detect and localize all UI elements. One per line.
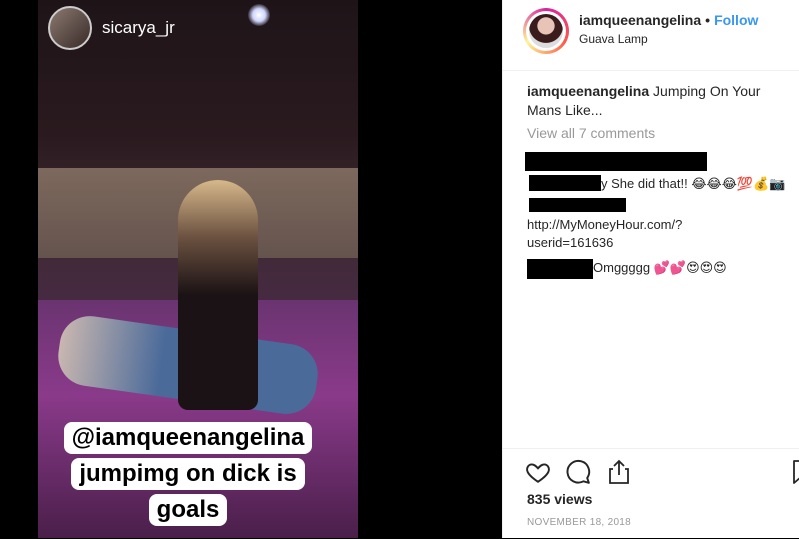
comment-icon[interactable] [565, 459, 591, 485]
follow-button[interactable]: Follow [714, 12, 758, 28]
view-all-comments-link[interactable]: View all 7 comments [527, 125, 655, 141]
avatar[interactable] [48, 6, 92, 50]
story-caption: @iamqueenangelina jumpimg on dick is goa… [58, 422, 318, 526]
stage-light [248, 4, 270, 26]
avatar[interactable] [523, 8, 569, 54]
share-icon[interactable] [607, 459, 631, 485]
post-header: iamqueenangelina • Follow Guava Lamp [503, 0, 799, 71]
post-caption: iamqueenangelina Jumping On Your Mans Li… [527, 82, 789, 120]
story-username[interactable]: sicarya_jr [102, 18, 175, 38]
view-count[interactable]: 835 views [527, 491, 592, 507]
video-figure [178, 180, 258, 410]
post-actions: 835 views NOVEMBER 18, 2018 [503, 448, 799, 539]
comment-link[interactable]: userid=161636 [527, 234, 682, 252]
post-author[interactable]: iamqueenangelina [579, 12, 701, 28]
redacted-username [525, 152, 707, 171]
post-location[interactable]: Guava Lamp [579, 32, 648, 46]
comment-link[interactable]: http://MyMoneyHour.com/? [527, 216, 682, 234]
post-date[interactable]: NOVEMBER 18, 2018 [527, 517, 631, 528]
post-author-row: iamqueenangelina • Follow [579, 12, 758, 28]
story-caption-line: goals [148, 494, 228, 526]
story-caption-line: @iamqueenangelina [63, 422, 313, 454]
story-uploader[interactable]: sicarya_jr [48, 6, 175, 50]
post-media[interactable]: sicarya_jr @iamqueenangelina jumpimg on … [0, 0, 502, 538]
caption-username[interactable]: iamqueenangelina [527, 83, 649, 99]
comment-text: Omggggg 💕💕😍😍😍 [593, 260, 727, 275]
story-caption-line: jumpimg on dick is [71, 458, 305, 490]
bookmark-icon[interactable] [791, 459, 799, 485]
separator: • [705, 12, 711, 28]
redacted-username [529, 198, 626, 212]
redacted-username [529, 175, 601, 191]
comment-text: http://MyMoneyHour.com/? userid=161636 [527, 216, 682, 252]
heart-icon[interactable] [525, 459, 551, 485]
comment-text: y She did that!! 😂😂😂💯💰📷 [601, 176, 786, 191]
redacted-username [527, 259, 593, 279]
post-sidebar: iamqueenangelina • Follow Guava Lamp iamqu… [502, 0, 799, 538]
